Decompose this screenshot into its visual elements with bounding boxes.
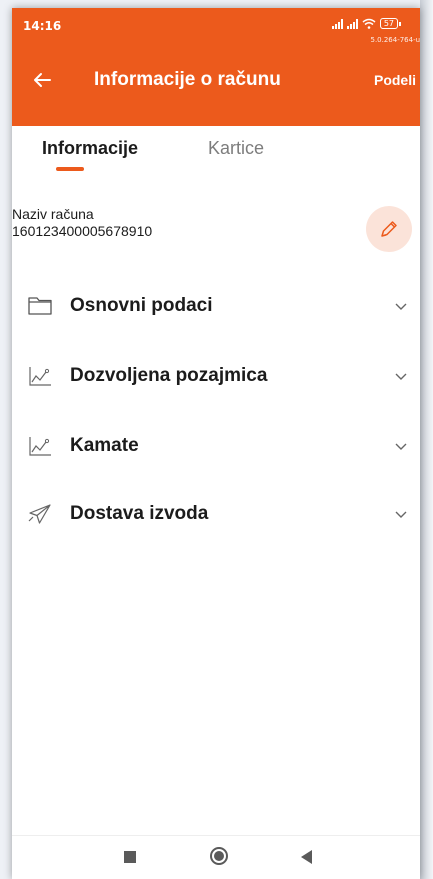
account-number: 160123400005678910	[12, 223, 153, 239]
system-nav-bar	[12, 835, 420, 879]
tab-informacije[interactable]: Informacije	[42, 138, 138, 159]
tab-bar: Informacije Kartice	[12, 126, 420, 186]
section-osnovni-podaci[interactable]: Osnovni podaci	[12, 286, 420, 326]
version-text: 5.0.264-764-ui	[370, 36, 420, 44]
chevron-down-icon	[395, 511, 407, 518]
section-dostava-izvoda[interactable]: Dostava izvoda	[12, 494, 420, 534]
section-label: Dostava izvoda	[70, 503, 209, 524]
paper-plane-icon	[28, 504, 51, 524]
chevron-down-icon	[395, 303, 407, 310]
section-label: Osnovni podaci	[70, 295, 213, 316]
arrow-left-icon[interactable]	[30, 68, 54, 92]
edit-button[interactable]	[366, 206, 412, 252]
account-name-block: Naziv računa 160123400005678910	[12, 206, 420, 258]
wifi-icon	[362, 18, 376, 29]
tab-kartice[interactable]: Kartice	[208, 138, 264, 159]
chart-line-icon	[29, 437, 51, 456]
device-frame-edge	[420, 0, 433, 879]
home-icon[interactable]	[210, 847, 228, 865]
app-header: 14:16 57 5.0.264-764-ui Informacije o ra…	[12, 8, 420, 126]
battery-icon: 57	[379, 18, 402, 29]
section-kamate[interactable]: Kamate	[12, 426, 420, 466]
chart-line-icon	[29, 367, 51, 386]
active-tab-indicator	[56, 167, 84, 171]
signal-icon	[346, 18, 358, 29]
chevron-down-icon	[395, 373, 407, 380]
folder-icon	[28, 297, 52, 315]
account-name-label: Naziv računa	[12, 206, 94, 222]
back-triangle-icon[interactable]	[301, 850, 312, 864]
section-dozvoljena-pozajmica[interactable]: Dozvoljena pozajmica	[12, 356, 420, 396]
chevron-down-icon	[395, 443, 407, 450]
section-label: Kamate	[70, 435, 139, 456]
share-button[interactable]: Podeli	[374, 72, 416, 88]
recent-apps-icon[interactable]	[124, 851, 136, 863]
status-time: 14:16	[23, 19, 62, 33]
section-label: Dozvoljena pozajmica	[70, 365, 268, 386]
page-title: Informacije o računu	[94, 69, 281, 90]
status-icons: 57	[331, 18, 402, 29]
signal-icon	[331, 18, 343, 29]
phone-screen: 14:16 57 5.0.264-764-ui Informacije o ra…	[12, 8, 420, 879]
pencil-icon	[381, 221, 397, 237]
